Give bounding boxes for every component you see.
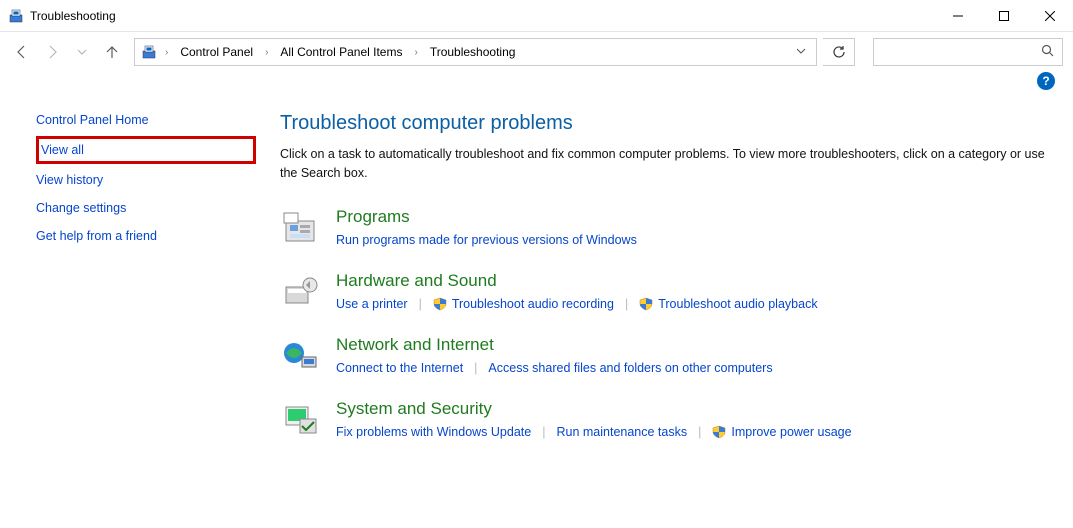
sidebar: Control Panel Home View all View history… xyxy=(36,96,256,463)
system-icon xyxy=(280,399,320,439)
address-bar[interactable]: › Control Panel › All Control Panel Item… xyxy=(134,38,817,66)
category-title[interactable]: Programs xyxy=(336,207,1046,227)
task-connect-internet[interactable]: Connect to the Internet xyxy=(336,361,463,375)
category-hardware: Hardware and Sound Use a printer | Troub… xyxy=(280,271,1046,311)
task-audio-recording[interactable]: Troubleshoot audio recording xyxy=(452,297,614,311)
category-title[interactable]: Network and Internet xyxy=(336,335,1046,355)
highlight-view-all: View all xyxy=(36,136,256,164)
address-icon xyxy=(141,44,157,60)
category-programs: Programs Run programs made for previous … xyxy=(280,207,1046,247)
search-icon[interactable] xyxy=(1041,44,1054,60)
app-icon xyxy=(8,8,24,24)
task-power-usage[interactable]: Improve power usage xyxy=(731,425,851,439)
category-title[interactable]: System and Security xyxy=(336,399,1046,419)
chevron-right-icon: › xyxy=(261,47,272,58)
hardware-icon xyxy=(280,271,320,311)
task-sep: | xyxy=(689,425,710,439)
back-button[interactable] xyxy=(10,40,34,64)
network-icon xyxy=(280,335,320,375)
breadcrumb-item[interactable]: Troubleshooting xyxy=(426,45,520,59)
minimize-button[interactable] xyxy=(935,0,981,31)
nav-toolbar: › Control Panel › All Control Panel Item… xyxy=(0,32,1073,72)
sidebar-cp-home[interactable]: Control Panel Home xyxy=(36,106,149,134)
up-button[interactable] xyxy=(100,40,124,64)
sidebar-view-all[interactable]: View all xyxy=(41,143,84,157)
forward-button[interactable] xyxy=(40,40,64,64)
search-box[interactable] xyxy=(873,38,1063,66)
page-heading: Troubleshoot computer problems xyxy=(280,112,1046,135)
sidebar-change-settings[interactable]: Change settings xyxy=(36,194,126,222)
chevron-right-icon: › xyxy=(161,47,172,58)
search-input[interactable] xyxy=(882,45,1041,59)
window-buttons xyxy=(935,0,1073,31)
task-sep: | xyxy=(465,361,486,375)
address-dropdown-icon[interactable] xyxy=(792,45,810,59)
task-sep: | xyxy=(533,425,554,439)
task-run-compat[interactable]: Run programs made for previous versions … xyxy=(336,233,637,247)
sidebar-get-help[interactable]: Get help from a friend xyxy=(36,222,157,250)
content-area: Control Panel Home View all View history… xyxy=(0,96,1073,463)
breadcrumb-item[interactable]: All Control Panel Items xyxy=(276,45,406,59)
task-audio-playback[interactable]: Troubleshoot audio playback xyxy=(658,297,817,311)
page-description: Click on a task to automatically trouble… xyxy=(280,145,1046,183)
task-shared-files[interactable]: Access shared files and folders on other… xyxy=(488,361,772,375)
window-title: Troubleshooting xyxy=(30,9,935,23)
title-bar: Troubleshooting xyxy=(0,0,1073,32)
recent-dropdown[interactable] xyxy=(70,40,94,64)
breadcrumb-item[interactable]: Control Panel xyxy=(176,45,257,59)
task-sep: | xyxy=(410,297,431,311)
task-windows-update[interactable]: Fix problems with Windows Update xyxy=(336,425,531,439)
shield-icon xyxy=(712,425,726,439)
category-system: System and Security Fix problems with Wi… xyxy=(280,399,1046,439)
chevron-right-icon: › xyxy=(410,47,421,58)
category-network: Network and Internet Connect to the Inte… xyxy=(280,335,1046,375)
shield-icon xyxy=(433,297,447,311)
task-use-printer[interactable]: Use a printer xyxy=(336,297,408,311)
main-panel: Troubleshoot computer problems Click on … xyxy=(256,96,1046,463)
sidebar-view-history[interactable]: View history xyxy=(36,166,103,194)
refresh-button[interactable] xyxy=(823,38,855,66)
close-button[interactable] xyxy=(1027,0,1073,31)
category-title[interactable]: Hardware and Sound xyxy=(336,271,1046,291)
programs-icon xyxy=(280,207,320,247)
help-icon[interactable]: ? xyxy=(1037,72,1055,90)
maximize-button[interactable] xyxy=(981,0,1027,31)
help-row: ? xyxy=(0,72,1073,96)
task-sep: | xyxy=(616,297,637,311)
shield-icon xyxy=(639,297,653,311)
task-maintenance[interactable]: Run maintenance tasks xyxy=(556,425,687,439)
